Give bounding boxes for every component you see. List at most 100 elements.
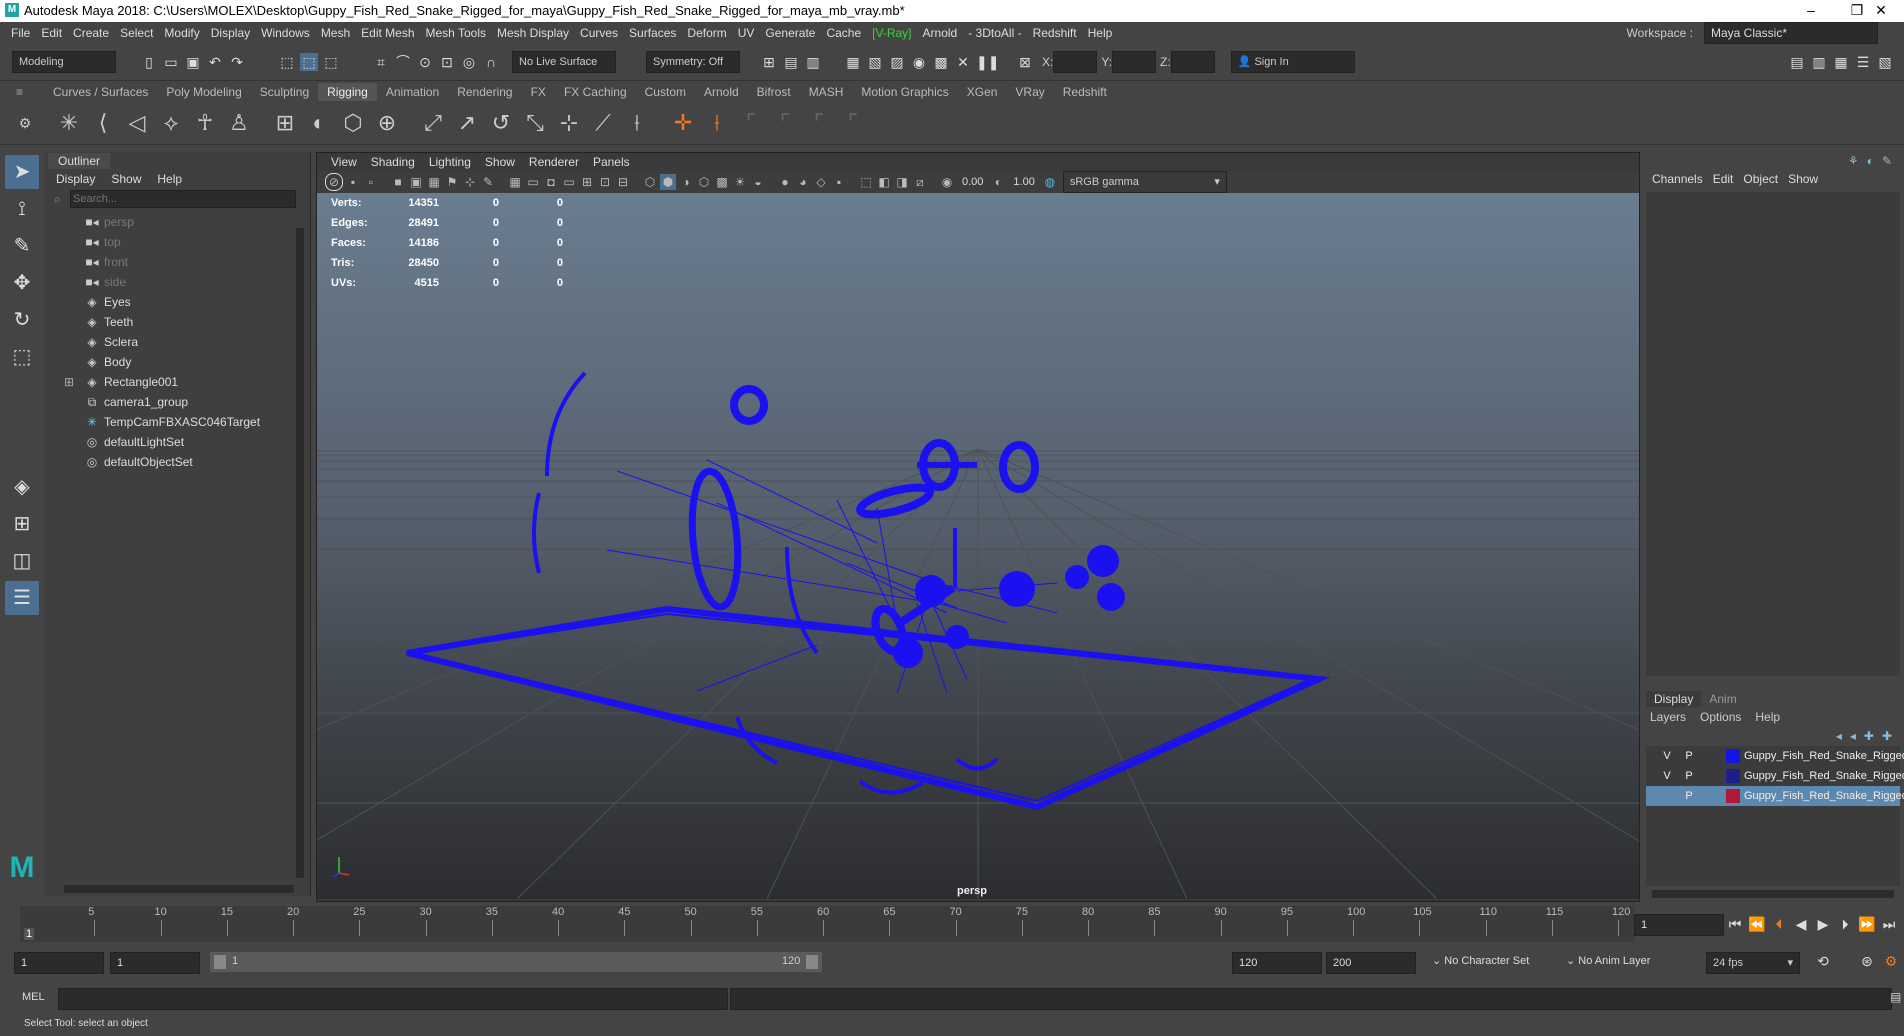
mode-dropdown[interactable]: Modeling <box>12 51 116 73</box>
go-to-start-icon[interactable]: ⏮ <box>1726 915 1744 933</box>
channel-list-area[interactable] <box>1646 192 1900 676</box>
auto-key-icon[interactable]: ⊛ <box>1858 952 1876 970</box>
shelf-settings-icon[interactable]: ⚙ <box>10 108 40 138</box>
bind-skin-icon[interactable]: ⊞ <box>270 108 300 138</box>
channel-menu-show[interactable]: Show <box>1788 172 1818 186</box>
layer-visibility-toggle[interactable]: V <box>1660 766 1674 786</box>
parent-constraint-icon[interactable]: ⊹ <box>554 108 584 138</box>
shadows-icon[interactable]: ◒ <box>750 174 766 190</box>
live-surface-field[interactable]: No Live Surface <box>512 51 616 73</box>
outliner-vertical-scrollbar[interactable] <box>296 228 304 878</box>
outliner-item-teeth[interactable]: ◈ Teeth <box>44 312 310 332</box>
use-all-lights-icon[interactable]: ☀ <box>732 174 748 190</box>
insert-joint-icon[interactable]: ⟨ <box>88 108 118 138</box>
view-transform-dropdown[interactable]: sRGB gamma ▾ <box>1062 171 1227 193</box>
step-forward-frame-icon[interactable]: ⏵ <box>1836 915 1854 933</box>
outliner-item-tempcam-target[interactable]: ✳ TempCamFBXASC046Target <box>44 412 310 432</box>
construction-history-icon[interactable]: ⊞ <box>760 53 778 71</box>
save-scene-icon[interactable]: ▣ <box>184 53 202 71</box>
vray-ipr-icon[interactable]: ✕ <box>954 53 972 71</box>
resolution-gate-icon[interactable]: ◘ <box>543 174 559 190</box>
tool-settings-toggle-icon[interactable]: ✎ <box>1882 154 1892 168</box>
tab-vray[interactable]: VRay <box>1006 83 1053 101</box>
tab-fx[interactable]: FX <box>522 83 555 101</box>
quick-rig-icon[interactable]: ♙ <box>224 108 254 138</box>
playback-start-field[interactable]: 1 <box>110 952 200 974</box>
current-frame-marker[interactable]: 1 <box>24 928 35 940</box>
symmetry-dropdown[interactable]: Symmetry: Off <box>646 51 740 73</box>
tab-display-layers[interactable]: Display <box>1646 691 1702 707</box>
filter-icon[interactable]: ⌕ <box>54 192 70 207</box>
close-button[interactable]: ✕ <box>1858 0 1904 22</box>
time-ruler[interactable]: 1 5 10 15 20 25 30 35 40 45 50 55 60 65 70 75 80 85 90 95 1… <box>20 906 1634 942</box>
channel-box-icon[interactable]: ☰ <box>1854 53 1872 71</box>
tab-rigging[interactable]: Rigging <box>318 83 377 101</box>
xyz-mode-icon[interactable]: ⊠ <box>1016 53 1034 71</box>
layer-color-swatch[interactable] <box>1726 769 1740 783</box>
four-view-icon[interactable]: ⊞ <box>5 507 39 541</box>
tab-custom[interactable]: Custom <box>636 83 695 101</box>
modeling-toolkit-icon[interactable]: ▤ <box>1788 53 1806 71</box>
viewport-menu-lighting[interactable]: Lighting <box>429 155 471 169</box>
channel-menu-channels[interactable]: Channels <box>1652 172 1703 186</box>
outliner-item-rectangle001[interactable]: ⊞ ◈ Rectangle001 <box>44 372 310 392</box>
workspace-dropdown[interactable]: Maya Classic* <box>1704 22 1878 44</box>
camera-attributes-icon[interactable]: ■ <box>390 174 406 190</box>
step-forward-key-icon[interactable]: ⏩ <box>1858 915 1876 933</box>
tab-motion-graphics[interactable]: Motion Graphics <box>852 83 957 101</box>
menu-mesh-tools[interactable]: Mesh Tools <box>426 26 486 40</box>
menu-arnold[interactable]: Arnold <box>923 26 958 40</box>
range-bar[interactable]: 1 120 <box>210 952 822 972</box>
outliner-item-sclera[interactable]: ◈ Sclera <box>44 332 310 352</box>
wireframe-on-shaded-icon[interactable]: ⬡ <box>696 174 712 190</box>
menu-deform[interactable]: Deform <box>687 26 726 40</box>
layer-visibility-toggle[interactable]: V <box>1660 746 1674 766</box>
fps-dropdown[interactable]: 24 fps ▾ <box>1706 952 1800 974</box>
script-editor-icon[interactable]: ▤ <box>1890 990 1901 1004</box>
menu-uv[interactable]: UV <box>738 26 755 40</box>
command-language-label[interactable]: MEL <box>22 991 45 1003</box>
redo-icon[interactable]: ↷ <box>228 53 246 71</box>
go-to-end-icon[interactable]: ⏭ <box>1880 915 1898 933</box>
bookmark-icon[interactable]: ▫ <box>363 174 379 190</box>
grease-pencil-icon[interactable]: ✎ <box>480 174 496 190</box>
hypershade-icon[interactable]: ◉ <box>910 53 928 71</box>
2d-pan-icon[interactable]: ⊹ <box>462 174 478 190</box>
empty-shelf-slot-3[interactable]: ⌜ <box>804 108 834 138</box>
move-tool-icon[interactable]: ✥ <box>5 266 39 300</box>
outliner-menu-display[interactable]: Display <box>56 172 95 186</box>
preferences-icon[interactable]: ⚙ <box>1882 952 1900 970</box>
render-current-icon[interactable]: ▦ <box>844 53 862 71</box>
menu-mesh-display[interactable]: Mesh Display <box>497 26 569 40</box>
locator-shelf-icon[interactable]: ✛ <box>668 108 698 138</box>
tab-curves-surfaces[interactable]: Curves / Surfaces <box>44 83 157 101</box>
outliner-menu-help[interactable]: Help <box>157 172 182 186</box>
grid-icon[interactable]: ▦ <box>507 174 523 190</box>
animation-start-field[interactable]: 1 <box>14 952 104 974</box>
menu-help[interactable]: Help <box>1088 26 1113 40</box>
gamma-icon[interactable]: ◐ <box>990 174 1006 190</box>
outliner-item-front[interactable]: ■◂ front <box>44 252 310 272</box>
grid-toggle-icon[interactable]: ▦ <box>426 174 442 190</box>
menu-display[interactable]: Display <box>211 26 250 40</box>
channel-box-toggle-icon[interactable]: ⚘ <box>1848 154 1859 168</box>
playback-end-field[interactable]: 120 <box>1232 952 1322 974</box>
layer-playback-toggle[interactable]: P <box>1682 766 1696 786</box>
xray-active-icon[interactable]: ◨ <box>894 174 910 190</box>
layer-color-swatch[interactable] <box>1726 789 1740 803</box>
tool-settings-icon[interactable]: ▦ <box>1832 53 1850 71</box>
layer-horizontal-scrollbar[interactable] <box>1652 890 1894 898</box>
snap-grid-icon[interactable]: ⌗ <box>372 53 390 71</box>
tab-redshift[interactable]: Redshift <box>1054 83 1116 101</box>
outliner-item-top[interactable]: ■◂ top <box>44 232 310 252</box>
exposure-field[interactable]: 0.00 <box>962 176 983 188</box>
humanik-icon[interactable]: ☥ <box>190 108 220 138</box>
single-perspective-icon[interactable]: ◈ <box>5 470 39 504</box>
lasso-tool-icon[interactable]: ⟟ <box>5 192 39 226</box>
empty-shelf-slot-2[interactable]: ⌜ <box>770 108 800 138</box>
lattice-icon[interactable]: ⬡ <box>338 108 368 138</box>
new-layer-selected-icon[interactable]: ✚ <box>1882 729 1892 743</box>
menu-edit-mesh[interactable]: Edit Mesh <box>361 26 414 40</box>
menu-file[interactable]: File <box>11 26 30 40</box>
select-tool-icon[interactable]: ➤ <box>5 155 39 189</box>
